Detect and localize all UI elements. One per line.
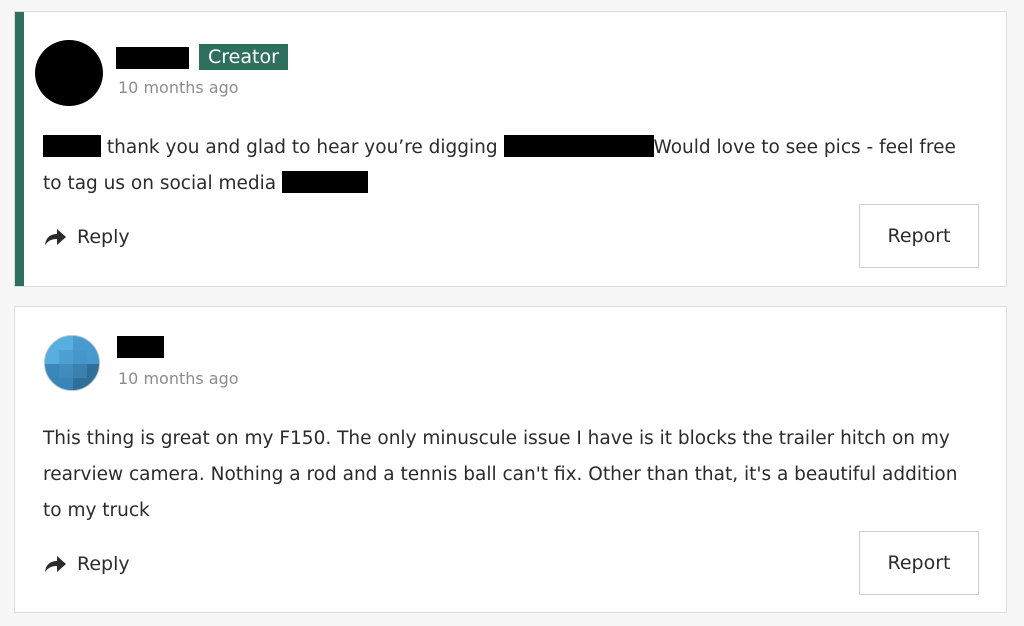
comment-card: 10 months ago This thing is great on my … [14,306,1007,613]
author-name-redacted[interactable] [116,47,189,69]
comment-timestamp: 10 months ago [118,369,239,388]
creator-badge: Creator [199,44,288,70]
comment-card: Creator 10 months ago thank you and glad… [14,11,1007,287]
comment-text-part1: thank you and glad to hear you’re diggin… [106,137,498,158]
comment-body: thank you and glad to hear you’re diggin… [43,130,963,202]
reply-arrow-icon [45,229,66,245]
report-button[interactable]: Report [859,204,979,268]
creator-accent-bar [15,12,24,286]
redacted-text [281,171,368,193]
author-name-redacted[interactable] [117,336,164,358]
report-button[interactable]: Report [859,531,979,595]
avatar[interactable] [35,40,103,106]
redacted-text [43,135,101,157]
reply-arrow-icon [45,556,66,572]
redacted-text [503,135,654,157]
comment-body: This thing is great on my F150. The only… [43,428,958,521]
avatar[interactable] [44,335,100,391]
reply-label: Reply [77,553,130,575]
reply-label: Reply [77,226,130,248]
reply-button[interactable]: Reply [43,553,130,575]
reply-button[interactable]: Reply [43,226,130,248]
avatar-globe-icon [45,336,99,390]
comment-timestamp: 10 months ago [118,78,239,97]
